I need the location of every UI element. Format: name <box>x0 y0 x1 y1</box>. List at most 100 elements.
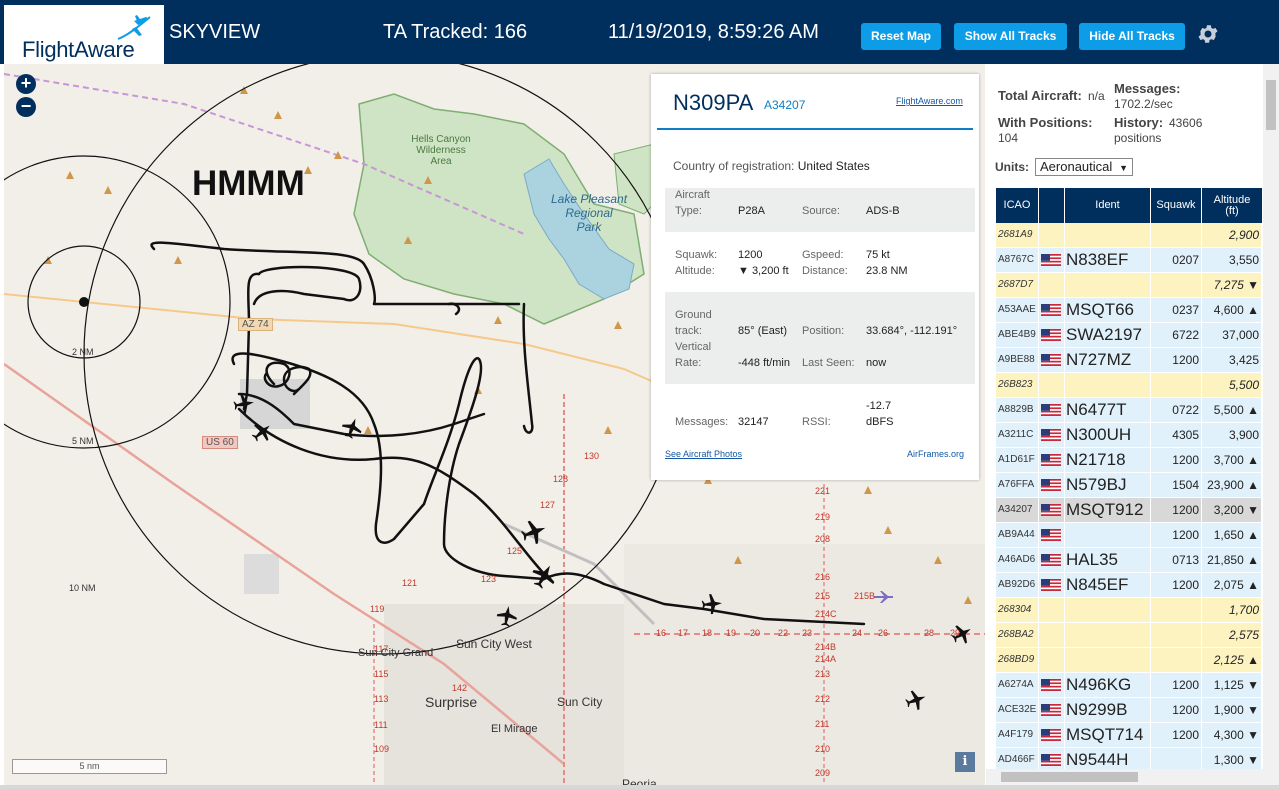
row-ident: N6477T <box>1065 398 1151 422</box>
aircraft-table-row[interactable]: 268304 1,700 <box>996 598 1262 623</box>
row-squawk <box>1151 273 1202 297</box>
road-label: 213 <box>815 669 831 679</box>
road-label: 128 <box>553 474 569 484</box>
road-label: 28 <box>924 628 935 638</box>
col-squawk[interactable]: Squawk <box>1151 188 1202 223</box>
road-label: 208 <box>815 534 831 544</box>
road-label: 219 <box>815 512 831 522</box>
aircraft-photos-link[interactable]: See Aircraft Photos <box>665 449 742 459</box>
zoom-out-button[interactable]: − <box>16 97 36 117</box>
reset-map-button[interactable]: Reset Map <box>861 23 941 50</box>
col-icao[interactable]: ICAO <box>996 188 1039 223</box>
total-aircraft-label: Total Aircraft: <box>998 88 1082 103</box>
row-flag <box>1039 373 1065 397</box>
col-flag[interactable] <box>1039 188 1065 223</box>
us-flag-icon <box>1041 554 1061 566</box>
total-aircraft-value: n/a <box>1088 89 1105 103</box>
row-ident: N579BJ <box>1065 473 1151 497</box>
row-altitude: 1,125 ▼ <box>1202 673 1262 697</box>
row-icao: 268304 <box>996 598 1039 622</box>
row-altitude: 21,850 ▲ <box>1202 548 1262 572</box>
road-label: 123 <box>481 574 497 584</box>
sidebar-vertical-scroll-thumb[interactable] <box>1266 80 1276 130</box>
popup-type-box: Aircraft Type: P28A Source: ADS-B <box>665 188 975 232</box>
row-altitude: 7,275 ▼ <box>1202 273 1262 297</box>
history-label: History: <box>1114 115 1164 130</box>
row-icao: 268BA2 <box>996 623 1039 647</box>
col-altitude[interactable]: Altitude (ft) <box>1202 188 1262 223</box>
aircraft-table-row[interactable]: A1D61F N21718 1200 3,700 ▲ <box>996 448 1262 473</box>
road-label: 215B <box>854 591 876 601</box>
aircraft-table-row[interactable]: ACE32E N9299B 1200 1,900 ▼ <box>996 698 1262 723</box>
row-altitude: 3,700 ▲ <box>1202 448 1262 472</box>
row-icao: A53AAE <box>996 298 1039 322</box>
place-sun-city-grand: Sun City Grand <box>358 647 434 659</box>
aircraft-table-row[interactable]: 2687D7 7,275 ▼ <box>996 273 1262 298</box>
units-select[interactable]: Aeronautical <box>1035 158 1133 176</box>
row-icao: A1D61F <box>996 448 1039 472</box>
flightaware-logo[interactable]: FlightAware <box>4 5 164 64</box>
road-label: 215 <box>815 591 831 601</box>
aircraft-table-row[interactable]: 26B823 5,500 <box>996 373 1262 398</box>
row-ident <box>1065 648 1151 672</box>
row-altitude: 3,425 <box>1202 348 1262 372</box>
aircraft-table-row[interactable]: A3211C N300UH 4305 3,900 <box>996 423 1262 448</box>
us-flag-icon <box>1041 404 1061 416</box>
road-label: 22 <box>778 628 789 638</box>
shield-az74: AZ 74 <box>238 318 273 331</box>
us-flag-icon <box>1041 529 1061 541</box>
settings-gear-icon[interactable] <box>1196 22 1220 46</box>
aircraft-table-row[interactable]: A46AD6 HAL35 0713 21,850 ▲ <box>996 548 1262 573</box>
aircraft-table-row[interactable]: A9BE88 N727MZ 1200 3,425 <box>996 348 1262 373</box>
row-flag <box>1039 598 1065 622</box>
row-squawk: 1200 <box>1151 698 1202 722</box>
airframes-link[interactable]: AirFrames.org <box>907 449 964 459</box>
aircraft-table-row[interactable]: 268BD9 2,125 ▲ <box>996 648 1262 673</box>
row-flag <box>1039 648 1065 672</box>
aircraft-table-row[interactable]: A6274A N496KG 1200 1,125 ▼ <box>996 673 1262 698</box>
road-label: 29 <box>950 628 961 638</box>
history-unit: positions <box>1114 131 1162 145</box>
positions-label: With Positions: <box>998 115 1093 130</box>
road-label: 23 <box>802 628 813 638</box>
sidebar-horizontal-scroll-thumb[interactable] <box>1001 772 1138 782</box>
ring-label-2nm: 2 NM <box>72 347 94 357</box>
show-all-tracks-button[interactable]: Show All Tracks <box>954 23 1067 50</box>
ring-label-5nm: 5 NM <box>72 436 94 446</box>
aircraft-table-row[interactable]: 2681A9 2,900 <box>996 223 1262 248</box>
row-ident: MSQT912 <box>1065 498 1151 522</box>
row-altitude: 1,700 <box>1202 598 1262 622</box>
row-squawk: 1200 <box>1151 673 1202 697</box>
aircraft-table-row[interactable]: A76FFA N579BJ 1504 23,900 ▲ <box>996 473 1262 498</box>
road-label: 17 <box>678 628 689 638</box>
aircraft-table-row[interactable]: A53AAE MSQT66 0237 4,600 ▲ <box>996 298 1262 323</box>
row-flag <box>1039 723 1065 747</box>
road-label: 211 <box>815 719 830 729</box>
row-altitude: 2,900 <box>1202 223 1262 247</box>
road-label: 109 <box>374 744 390 754</box>
aircraft-table-row[interactable]: A34207 MSQT912 1200 3,200 ▼ <box>996 498 1262 523</box>
place-el-mirage: El Mirage <box>491 723 538 735</box>
aircraft-table-row[interactable]: A8829B N6477T 0722 5,500 ▲ <box>996 398 1262 423</box>
popup-divider <box>657 128 973 130</box>
place-surprise: Surprise <box>425 694 478 710</box>
aircraft-table-row[interactable]: ABE4B9 SWA2197 6722 37,000 <box>996 323 1262 348</box>
aircraft-table-row[interactable]: AB92D6 N845EF 1200 2,075 ▲ <box>996 573 1262 598</box>
us-flag-icon <box>1041 754 1061 766</box>
map-info-button[interactable]: i <box>955 752 975 772</box>
flightaware-link[interactable]: FlightAware.com <box>896 96 963 106</box>
road-label: 26 <box>878 628 889 638</box>
aircraft-table-row[interactable]: A4F179 MSQT714 1200 4,300 ▼ <box>996 723 1262 748</box>
us-flag-icon <box>1041 479 1061 491</box>
aircraft-table-row[interactable]: AB9A44 1200 1,650 ▲ <box>996 523 1262 548</box>
hide-all-tracks-button[interactable]: Hide All Tracks <box>1079 23 1185 50</box>
place-sun-city: Sun City <box>557 695 603 709</box>
us-flag-icon <box>1041 354 1061 366</box>
zoom-in-button[interactable]: + <box>16 74 36 94</box>
messages-value: 1702.2/sec <box>1114 97 1173 111</box>
sidebar-vertical-scrollbar[interactable] <box>1263 64 1279 785</box>
aircraft-table-row[interactable]: 268BA2 2,575 <box>996 623 1262 648</box>
aircraft-table-row[interactable]: A8767C N838EF 0207 3,550 <box>996 248 1262 273</box>
road-label: 16 <box>656 628 667 638</box>
col-ident[interactable]: Ident <box>1065 188 1151 223</box>
